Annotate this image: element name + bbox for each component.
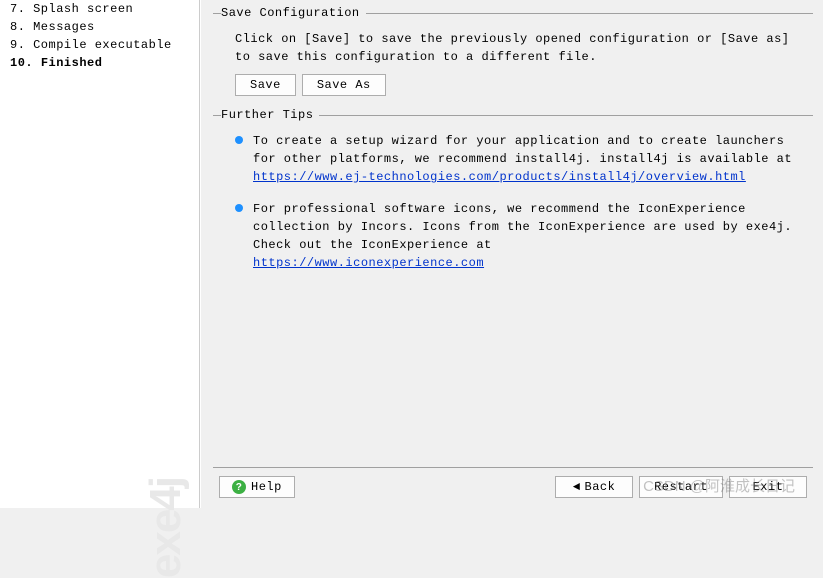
arrow-left-icon: ◄ bbox=[573, 480, 581, 494]
step-item[interactable]: 8. Messages bbox=[4, 18, 195, 36]
step-label: Splash screen bbox=[33, 2, 133, 16]
save-description: Click on [Save] to save the previously o… bbox=[225, 30, 805, 66]
step-item[interactable]: 7. Splash screen bbox=[4, 0, 195, 18]
bullet-icon bbox=[235, 136, 243, 144]
group-title: Further Tips bbox=[221, 108, 319, 122]
exit-button[interactable]: Exit bbox=[729, 476, 807, 498]
step-num: 10. bbox=[10, 56, 33, 70]
save-button[interactable]: Save bbox=[235, 74, 296, 96]
bullet-icon bbox=[235, 204, 243, 212]
save-configuration-group: Save Configuration Click on [Save] to sa… bbox=[213, 6, 813, 102]
wizard-steps-sidebar: 7. Splash screen 8. Messages 9. Compile … bbox=[0, 0, 200, 508]
step-item-current[interactable]: 10. Finished bbox=[4, 54, 195, 72]
help-label: Help bbox=[251, 480, 282, 494]
step-num: 8. bbox=[10, 20, 25, 34]
step-label: Finished bbox=[41, 56, 103, 70]
tip-text: To create a setup wizard for your applic… bbox=[253, 134, 792, 166]
back-button[interactable]: ◄ Back bbox=[555, 476, 633, 498]
save-as-button[interactable]: Save As bbox=[302, 74, 386, 96]
tip-text: For professional software icons, we reco… bbox=[253, 202, 792, 252]
help-button[interactable]: ? Help bbox=[219, 476, 295, 498]
product-watermark: exe4j bbox=[141, 478, 191, 578]
step-item[interactable]: 9. Compile executable bbox=[4, 36, 195, 54]
tip-link[interactable]: https://www.ej-technologies.com/products… bbox=[253, 170, 746, 184]
tip-link[interactable]: https://www.iconexperience.com bbox=[253, 256, 484, 270]
step-label: Compile executable bbox=[33, 38, 172, 52]
further-tips-group: Further Tips To create a setup wizard fo… bbox=[213, 108, 813, 292]
tip-item: To create a setup wizard for your applic… bbox=[225, 132, 805, 186]
tip-item: For professional software icons, we reco… bbox=[225, 200, 805, 272]
step-num: 9. bbox=[10, 38, 25, 52]
back-label: Back bbox=[585, 480, 616, 494]
step-num: 7. bbox=[10, 2, 25, 16]
main-panel: Save Configuration Click on [Save] to sa… bbox=[200, 0, 823, 508]
help-icon: ? bbox=[232, 480, 246, 494]
restart-button[interactable]: Restart bbox=[639, 476, 723, 498]
group-title: Save Configuration bbox=[221, 6, 366, 20]
step-label: Messages bbox=[33, 20, 95, 34]
wizard-footer: ? Help ◄ Back Restart Exit bbox=[213, 467, 813, 508]
